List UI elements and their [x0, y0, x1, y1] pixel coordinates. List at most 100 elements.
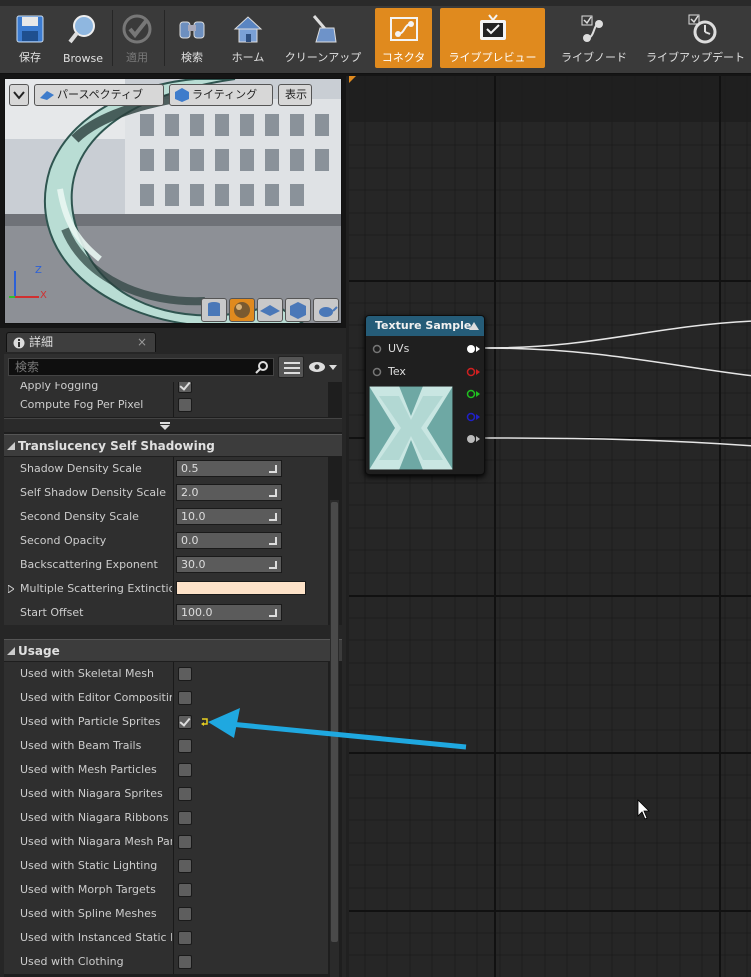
green-output-pin[interactable] [466, 389, 480, 399]
category-translucency-self-shadowing[interactable]: Translucency Self Shadowing [4, 434, 342, 456]
usage-checkbox[interactable] [178, 691, 192, 705]
property-name: Compute Fog Per Pixel [20, 398, 144, 411]
apply-icon [122, 14, 152, 44]
chevron-down-icon [13, 91, 25, 100]
cleanup-button[interactable]: クリーンアップ [278, 8, 368, 68]
rgb-output-pin[interactable] [466, 344, 480, 354]
home-button[interactable]: ホーム [222, 8, 274, 68]
expand-arrow-icon[interactable] [8, 585, 14, 593]
preview-teapot-button[interactable] [313, 298, 339, 322]
property-name: Start Offset [20, 606, 84, 619]
preview-cube-button[interactable] [285, 298, 311, 322]
live-update-icon [688, 14, 717, 44]
home-icon [233, 16, 263, 43]
property-row: Multiple Scattering Extinction [4, 577, 328, 601]
perspective-dropdown[interactable]: パースペクティブ [34, 84, 164, 106]
property-row: Used with Niagara Sprites [4, 782, 328, 806]
blue-output-pin[interactable] [466, 412, 480, 422]
preview-plane-button[interactable] [257, 298, 283, 322]
usage-checkbox[interactable] [178, 811, 192, 825]
compute-fog-per-pixel-checkbox[interactable] [178, 398, 192, 412]
details-search-row: 検索 [4, 354, 342, 382]
usage-checkbox[interactable] [178, 883, 192, 897]
browse-button[interactable]: Browse [58, 8, 108, 68]
connector-icon [389, 17, 418, 41]
visibility-options-dropdown[interactable] [308, 356, 340, 378]
advanced-expander[interactable] [4, 418, 342, 432]
category-usage[interactable]: Usage [4, 639, 342, 661]
close-tab-icon[interactable]: × [137, 333, 147, 352]
alpha-output-pin[interactable] [466, 434, 480, 444]
category-title: Translucency Self Shadowing [18, 439, 215, 453]
preview-viewport[interactable]: パースペクティブ ライティング 表示 Z X [4, 78, 342, 324]
second-opacity-field[interactable]: 0.0 [176, 532, 282, 549]
used-with-particle-sprites-checkbox[interactable] [178, 715, 192, 729]
property-name: Used with Spline Meshes [20, 907, 157, 920]
details-search-input[interactable]: 検索 [8, 358, 274, 376]
toolbar-separator [164, 10, 165, 66]
annotation-arrow [208, 708, 467, 750]
usage-checkbox[interactable] [178, 763, 192, 777]
preview-scene [5, 79, 341, 323]
property-matrix-button[interactable] [278, 356, 304, 378]
multiple-scattering-color-swatch[interactable] [176, 581, 306, 595]
find-label: 検索 [181, 51, 203, 64]
property-row: Used with Skeletal Mesh [4, 662, 328, 686]
property-row: Used with Clothing [4, 950, 328, 974]
live-preview-button[interactable]: ライブプレビュー [440, 8, 545, 68]
second-density-scale-field[interactable]: 10.0 [176, 508, 282, 525]
lighting-dropdown[interactable]: ライティング [169, 84, 273, 106]
perspective-icon [40, 91, 54, 100]
usage-checkbox[interactable] [178, 931, 192, 945]
usage-checkbox[interactable] [178, 907, 192, 921]
cylinder-icon [208, 302, 220, 316]
property-row: Used with Niagara Mesh Particles [4, 830, 328, 854]
property-name: Used with Instanced Static Meshes [20, 931, 172, 944]
apply-fogging-checkbox[interactable] [178, 382, 192, 393]
material-graph-canvas[interactable] [346, 76, 751, 977]
details-property-list[interactable]: Apply Fogging Compute Fog Per Pixel Tran… [4, 382, 342, 977]
apply-button[interactable]: 適用 [116, 8, 158, 68]
viewport-options-dropdown[interactable] [9, 84, 29, 106]
uvs-input-pin[interactable] [372, 344, 382, 354]
usage-checkbox[interactable] [178, 739, 192, 753]
property-row: Backscattering Exponent 30.0 [4, 553, 328, 577]
self-shadow-density-scale-field[interactable]: 2.0 [176, 484, 282, 501]
shadow-density-scale-field[interactable]: 0.5 [176, 460, 282, 477]
texture-sample-node[interactable]: Texture Sample UVs Tex [365, 315, 485, 475]
property-row: Used with Instanced Static Meshes [4, 926, 328, 950]
property-name: Used with Mesh Particles [20, 763, 157, 776]
start-offset-field[interactable]: 100.0 [176, 604, 282, 621]
category-title: Usage [18, 644, 60, 658]
show-dropdown[interactable]: 表示 [278, 84, 312, 106]
cleanup-label: クリーンアップ [284, 51, 362, 64]
category-spacer [4, 625, 342, 639]
live-update-button[interactable]: ライブアップデート [644, 8, 751, 68]
preview-sphere-button[interactable] [229, 298, 255, 322]
usage-checkbox[interactable] [178, 835, 192, 849]
property-row: Used with Niagara Ribbons [4, 806, 328, 830]
usage-checkbox[interactable] [178, 955, 192, 969]
save-button[interactable]: 保存 [8, 8, 52, 68]
axis-x-label: X [40, 290, 47, 301]
backscattering-exponent-field[interactable]: 30.0 [176, 556, 282, 573]
live-node-button[interactable]: ライブノード [552, 8, 636, 68]
tex-input-pin[interactable] [372, 367, 382, 377]
toolbar-separator [112, 10, 113, 66]
red-output-pin[interactable] [466, 367, 480, 377]
usage-checkbox[interactable] [178, 787, 192, 801]
connector-button[interactable]: コネクタ [375, 8, 432, 68]
perspective-label: パースペクティブ [57, 88, 144, 101]
expand-arrow-icon [160, 422, 170, 430]
material-editor-window: { "toolbar": { "buttons": [ {"label": "保… [0, 0, 751, 977]
collapse-node-icon[interactable] [469, 322, 479, 330]
node-header[interactable]: Texture Sample [366, 316, 484, 336]
usage-checkbox[interactable] [178, 859, 192, 873]
preview-cylinder-button[interactable] [201, 298, 227, 322]
tab-details[interactable]: 詳細 × [6, 332, 156, 352]
eye-icon [309, 362, 337, 372]
home-label: ホーム [231, 51, 265, 64]
usage-checkbox[interactable] [178, 667, 192, 681]
find-button[interactable]: 検索 [170, 8, 214, 68]
property-name: Second Opacity [20, 534, 107, 547]
